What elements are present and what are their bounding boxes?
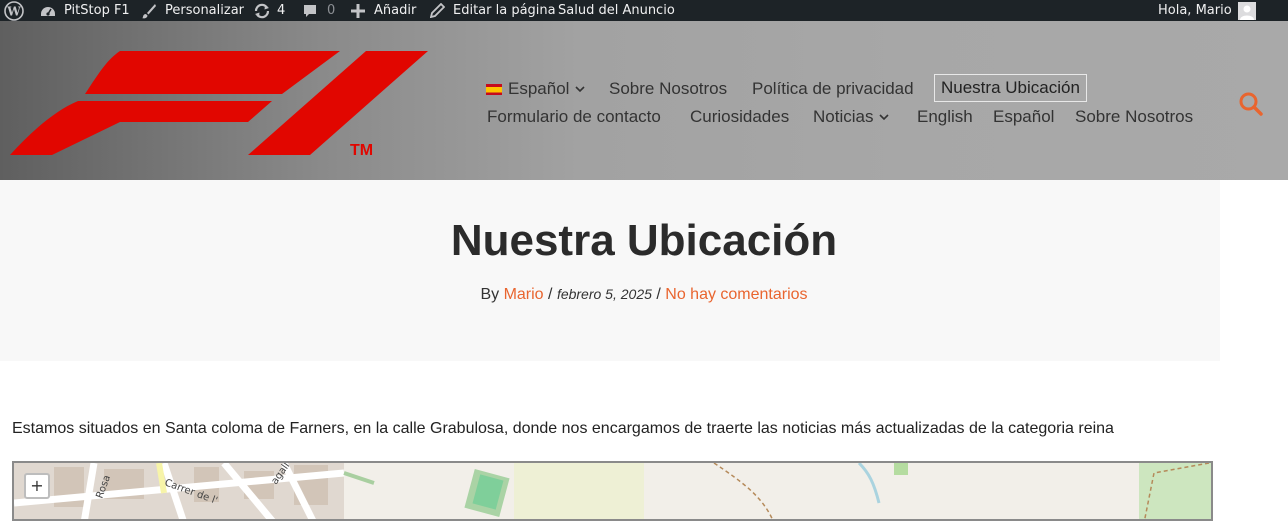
nav-label: English — [917, 107, 973, 126]
map-embed[interactable]: Rosa Carrer de l' agall + — [12, 461, 1213, 521]
comments-count: 0 — [327, 3, 336, 18]
add-new-link[interactable]: Añadir — [351, 0, 416, 21]
nav-label: Español — [508, 79, 570, 98]
edit-page-link[interactable]: Editar la página — [430, 0, 556, 21]
nav-item-sobre-nosotros[interactable]: Sobre Nosotros — [609, 77, 727, 101]
site-name-link[interactable]: PitStop F1 — [40, 0, 130, 21]
nav-label: Noticias — [813, 107, 874, 126]
brush-icon — [142, 3, 156, 18]
nav-label: Formulario de contacto — [487, 107, 661, 126]
nav-item-espanol[interactable]: Español — [993, 105, 1054, 129]
zoom-in-button[interactable]: + — [24, 473, 50, 499]
meta-separator: / — [656, 286, 661, 303]
updates-icon — [254, 3, 270, 18]
nav-item-curiosidades[interactable]: Curiosidades — [690, 105, 789, 129]
greeting-label: Hola, Mario — [1158, 3, 1232, 18]
page-header-band — [0, 180, 1220, 361]
admin-bar: W PitStop F1 Personalizar 4 0 Añadir Edi… — [0, 0, 1288, 21]
dashboard-icon — [41, 6, 55, 16]
ad-health-link[interactable]: Salud del Anuncio — [558, 0, 675, 21]
updates-link[interactable]: 4 — [253, 0, 285, 21]
svg-text:W: W — [6, 4, 21, 18]
ad-health-label: Salud del Anuncio — [558, 3, 675, 18]
body-paragraph: Estamos situados en Santa coloma de Farn… — [12, 420, 1114, 437]
nav-label: Sobre Nosotros — [1075, 107, 1194, 126]
pencil-icon — [430, 3, 445, 18]
nav-item-espanol-lang[interactable]: Español — [486, 77, 586, 101]
plus-icon — [351, 3, 365, 18]
trademark-label: TM — [350, 142, 373, 159]
chevron-down-icon — [575, 85, 586, 92]
search-icon[interactable] — [1238, 91, 1264, 121]
comments-icon — [304, 4, 316, 17]
post-meta: By Mario / febrero 5, 2025 / No hay come… — [0, 286, 1288, 304]
nav-item-nuestra-ubicacion[interactable]: Nuestra Ubicación — [934, 74, 1087, 102]
wordpress-icon[interactable]: W — [4, 0, 24, 21]
comments-link[interactable]: No hay comentarios — [665, 286, 807, 303]
updates-count: 4 — [277, 3, 286, 18]
comments-link[interactable]: 0 — [302, 0, 335, 21]
nav-item-noticias[interactable]: Noticias — [813, 105, 890, 129]
by-label: By — [480, 286, 500, 303]
avatar-icon — [1237, 1, 1256, 20]
spain-flag-icon — [486, 83, 502, 95]
add-new-label: Añadir — [374, 3, 417, 18]
meta-separator: / — [548, 286, 553, 303]
f1-logo[interactable]: TM — [10, 49, 430, 163]
nav-item-english[interactable]: English — [917, 105, 973, 129]
site-name: PitStop F1 — [64, 3, 130, 18]
user-menu[interactable]: Hola, Mario — [1158, 0, 1256, 21]
customize-label: Personalizar — [165, 3, 245, 18]
map-tiles: Rosa Carrer de l' agall — [14, 463, 1211, 519]
nav-label: Español — [993, 107, 1055, 126]
nav-label: Sobre Nosotros — [609, 79, 728, 98]
nav-item-politica-privacidad[interactable]: Política de privacidad — [752, 77, 914, 101]
author-link[interactable]: Mario — [504, 286, 544, 303]
nav-label: Política de privacidad — [752, 79, 914, 98]
nav-item-formulario-contacto[interactable]: Formulario de contacto — [487, 105, 661, 129]
page-title: Nuestra Ubicación — [450, 216, 838, 265]
site-header: TM Español Sobre Nosotros Política de pr… — [0, 21, 1288, 180]
edit-page-label: Editar la página — [453, 3, 556, 18]
customize-link[interactable]: Personalizar — [141, 0, 244, 21]
nav-label: Curiosidades — [690, 107, 790, 126]
post-date: febrero 5, 2025 — [556, 286, 652, 302]
nav-label: Nuestra Ubicación — [941, 78, 1080, 97]
chevron-down-icon — [879, 113, 890, 120]
nav-item-sobre-nosotros-2[interactable]: Sobre Nosotros — [1075, 105, 1193, 129]
